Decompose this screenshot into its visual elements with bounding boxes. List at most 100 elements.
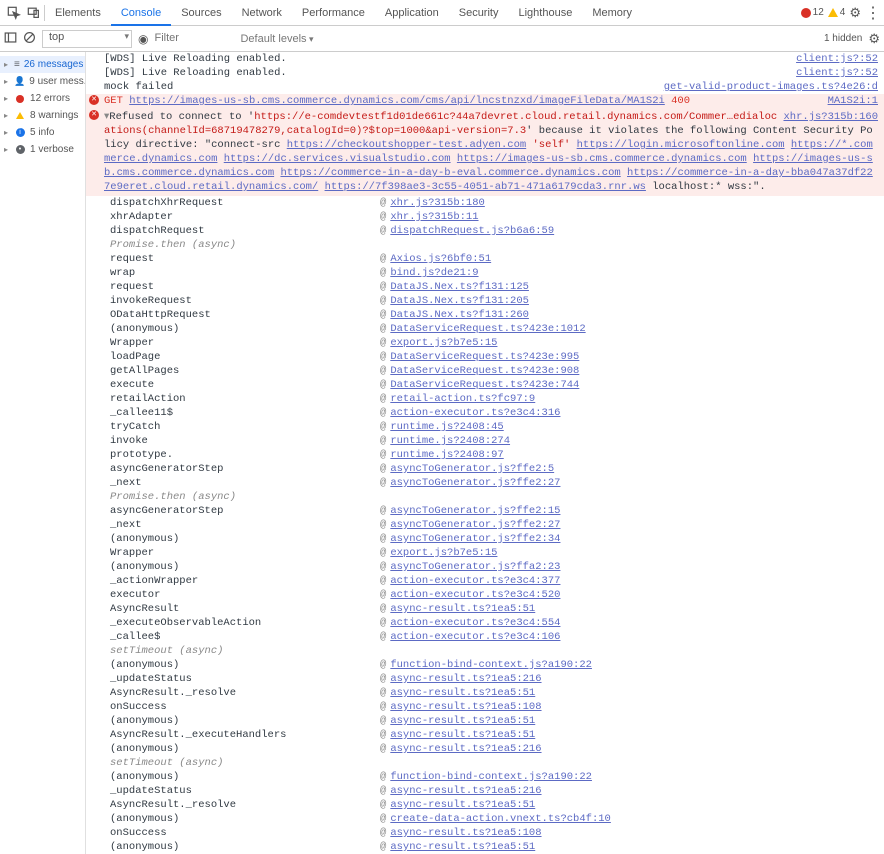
- frame-location-link[interactable]: create-data-action.vnext.ts?cb4f:10: [390, 813, 611, 825]
- frame-location-link[interactable]: async-result.ts?1ea5:51: [390, 729, 535, 741]
- warning-count[interactable]: 4: [828, 7, 846, 18]
- frame-location-link[interactable]: action-executor.ts?e3c4:520: [390, 589, 560, 601]
- inspect-icon[interactable]: [4, 3, 24, 23]
- frame-location-link[interactable]: DataServiceRequest.ts?423e:744: [390, 379, 579, 391]
- settings-icon[interactable]: ⚙: [849, 5, 861, 21]
- error-icon: ✕: [89, 110, 99, 120]
- frame-location-link[interactable]: async-result.ts?1ea5:216: [390, 785, 541, 797]
- source-link[interactable]: client:js?:52: [796, 67, 878, 79]
- sidebar-item-label: 5 info: [30, 127, 54, 138]
- tab-memory[interactable]: Memory: [582, 0, 642, 26]
- stack-frame: loadPage@DataServiceRequest.ts?423e:995: [86, 350, 884, 364]
- tab-console[interactable]: Console: [111, 0, 171, 26]
- frame-location-link[interactable]: function-bind-context.js?a190:22: [390, 659, 592, 671]
- frame-location-link[interactable]: async-result.ts?1ea5:51: [390, 799, 535, 811]
- tab-lighthouse[interactable]: Lighthouse: [508, 0, 582, 26]
- sidebar-item-info[interactable]: ▸i5 info: [0, 124, 85, 141]
- frame-location-link[interactable]: retail-action.ts?fc97:9: [390, 393, 535, 405]
- frame-location-link[interactable]: dispatchRequest.js?b6a6:59: [390, 225, 554, 237]
- source-link[interactable]: MA1S2i:1: [828, 95, 878, 107]
- frame-location-link[interactable]: DataJS.Nex.ts?f131:260: [390, 309, 529, 321]
- at-icon: @: [380, 463, 386, 475]
- frame-location-link[interactable]: async-result.ts?1ea5:51: [390, 603, 535, 615]
- sidebar-item-error[interactable]: ▸12 errors: [0, 90, 85, 107]
- frame-location-link[interactable]: runtime.js?2408:97: [390, 449, 503, 461]
- frame-location-link[interactable]: asyncToGenerator.js?ffe2:15: [390, 505, 560, 517]
- frame-location-link[interactable]: DataServiceRequest.ts?423e:1012: [390, 323, 585, 335]
- frame-location-link[interactable]: action-executor.ts?e3c4:377: [390, 575, 560, 587]
- frame-location-link[interactable]: action-executor.ts?e3c4:316: [390, 407, 560, 419]
- frame-location-link[interactable]: async-result.ts?1ea5:108: [390, 827, 541, 839]
- tab-elements[interactable]: Elements: [45, 0, 111, 26]
- error-count[interactable]: 12: [801, 7, 824, 18]
- frame-location-link[interactable]: async-result.ts?1ea5:216: [390, 673, 541, 685]
- frame-location-link[interactable]: asyncToGenerator.js?ffe2:27: [390, 477, 560, 489]
- live-expression-icon[interactable]: ◉: [138, 32, 148, 46]
- at-icon: @: [380, 687, 386, 699]
- frame-location-link[interactable]: DataServiceRequest.ts?423e:995: [390, 351, 579, 363]
- sidebar-toggle-icon[interactable]: [4, 31, 17, 47]
- sidebar-item-label: 8 warnings: [30, 110, 78, 121]
- hidden-count[interactable]: 1 hidden: [824, 33, 862, 44]
- tab-application[interactable]: Application: [375, 0, 449, 26]
- frame-location-link[interactable]: async-result.ts?1ea5:108: [390, 701, 541, 713]
- at-icon: @: [380, 785, 386, 797]
- info-icon: i: [14, 128, 26, 137]
- sidebar-item-messages[interactable]: ▸≡26 messages: [0, 56, 85, 73]
- frame-location-link[interactable]: xhr.js?315b:180: [390, 197, 485, 209]
- frame-location-link[interactable]: DataServiceRequest.ts?423e:908: [390, 365, 579, 377]
- tab-performance[interactable]: Performance: [292, 0, 375, 26]
- tab-security[interactable]: Security: [449, 0, 509, 26]
- frame-location-link[interactable]: action-executor.ts?e3c4:554: [390, 617, 560, 629]
- csp-origin-link[interactable]: https://login.microsoftonline.com: [577, 139, 785, 151]
- sidebar-item-verbose[interactable]: ▸•1 verbose: [0, 141, 85, 158]
- csp-origin-link[interactable]: https://checkoutshopper-test.adyen.com: [287, 139, 526, 151]
- frame-location-link[interactable]: async-result.ts?1ea5:51: [390, 715, 535, 727]
- device-toggle-icon[interactable]: [24, 3, 44, 23]
- frame-location-link[interactable]: asyncToGenerator.js?ffe2:5: [390, 463, 554, 475]
- frame-location-link[interactable]: DataJS.Nex.ts?f131:125: [390, 281, 529, 293]
- console-settings-icon[interactable]: ⚙: [868, 31, 880, 47]
- frame-location-link[interactable]: asyncToGenerator.js?ffe2:34: [390, 533, 560, 545]
- frame-location-link[interactable]: export.js?b7e5:15: [390, 337, 497, 349]
- stack-frame: onSuccess@async-result.ts?1ea5:108: [86, 826, 884, 840]
- csp-origin-link[interactable]: https://dc.services.visualstudio.com: [224, 153, 451, 165]
- frame-location-link[interactable]: bind.js?de21:9: [390, 267, 478, 279]
- tab-network[interactable]: Network: [232, 0, 292, 26]
- console-sidebar: ▸≡26 messages▸9 user mess...▸12 errors▸8…: [0, 52, 86, 854]
- at-icon: @: [380, 701, 386, 713]
- frame-location-link[interactable]: Axios.js?6bf0:51: [390, 253, 491, 265]
- frame-location-link[interactable]: async-result.ts?1ea5:51: [390, 841, 535, 853]
- levels-dropdown[interactable]: Default levels: [240, 33, 313, 45]
- context-dropdown[interactable]: top: [42, 30, 132, 48]
- frame-location-link[interactable]: async-result.ts?1ea5:216: [390, 743, 541, 755]
- at-icon: @: [380, 421, 386, 433]
- filter-input[interactable]: [154, 32, 234, 45]
- sidebar-item-user[interactable]: ▸9 user mess...: [0, 73, 85, 90]
- frame-location-link[interactable]: DataJS.Nex.ts?f131:205: [390, 295, 529, 307]
- source-link[interactable]: xhr.js?315b:160: [783, 111, 878, 123]
- at-icon: @: [380, 309, 386, 321]
- stack-frame: _next@asyncToGenerator.js?ffe2:27: [86, 518, 884, 532]
- source-link[interactable]: get-valid-product-images.ts?4e26:d: [664, 81, 878, 93]
- request-url[interactable]: https://images-us-sb.cms.commerce.dynami…: [129, 95, 665, 107]
- stack-frame: dispatchXhrRequest@xhr.js?315b:180: [86, 196, 884, 210]
- sidebar-item-warning[interactable]: ▸8 warnings: [0, 107, 85, 124]
- csp-origin-link[interactable]: https://images-us-sb.cms.commerce.dynami…: [457, 153, 747, 165]
- frame-location-link[interactable]: action-executor.ts?e3c4:106: [390, 631, 560, 643]
- frame-location-link[interactable]: xhr.js?315b:11: [390, 211, 478, 223]
- more-icon[interactable]: ⋮: [865, 3, 880, 23]
- clear-console-icon[interactable]: [23, 31, 36, 47]
- csp-origin-link[interactable]: https://commerce-in-a-day-b-eval.commerc…: [280, 167, 620, 179]
- frame-location-link[interactable]: runtime.js?2408:274: [390, 435, 510, 447]
- frame-location-link[interactable]: async-result.ts?1ea5:51: [390, 687, 535, 699]
- error-row: ✕GET https://images-us-sb.cms.commerce.d…: [86, 94, 884, 108]
- frame-location-link[interactable]: asyncToGenerator.js?ffa2:23: [390, 561, 560, 573]
- source-link[interactable]: client:js?:52: [796, 53, 878, 65]
- frame-location-link[interactable]: asyncToGenerator.js?ffe2:27: [390, 519, 560, 531]
- frame-location-link[interactable]: function-bind-context.js?a190:22: [390, 771, 592, 783]
- csp-origin-link[interactable]: https://7f398ae3-3c55-4051-ab71-471a6179…: [325, 181, 646, 193]
- frame-location-link[interactable]: runtime.js?2408:45: [390, 421, 503, 433]
- frame-location-link[interactable]: export.js?b7e5:15: [390, 547, 497, 559]
- tab-sources[interactable]: Sources: [171, 0, 231, 26]
